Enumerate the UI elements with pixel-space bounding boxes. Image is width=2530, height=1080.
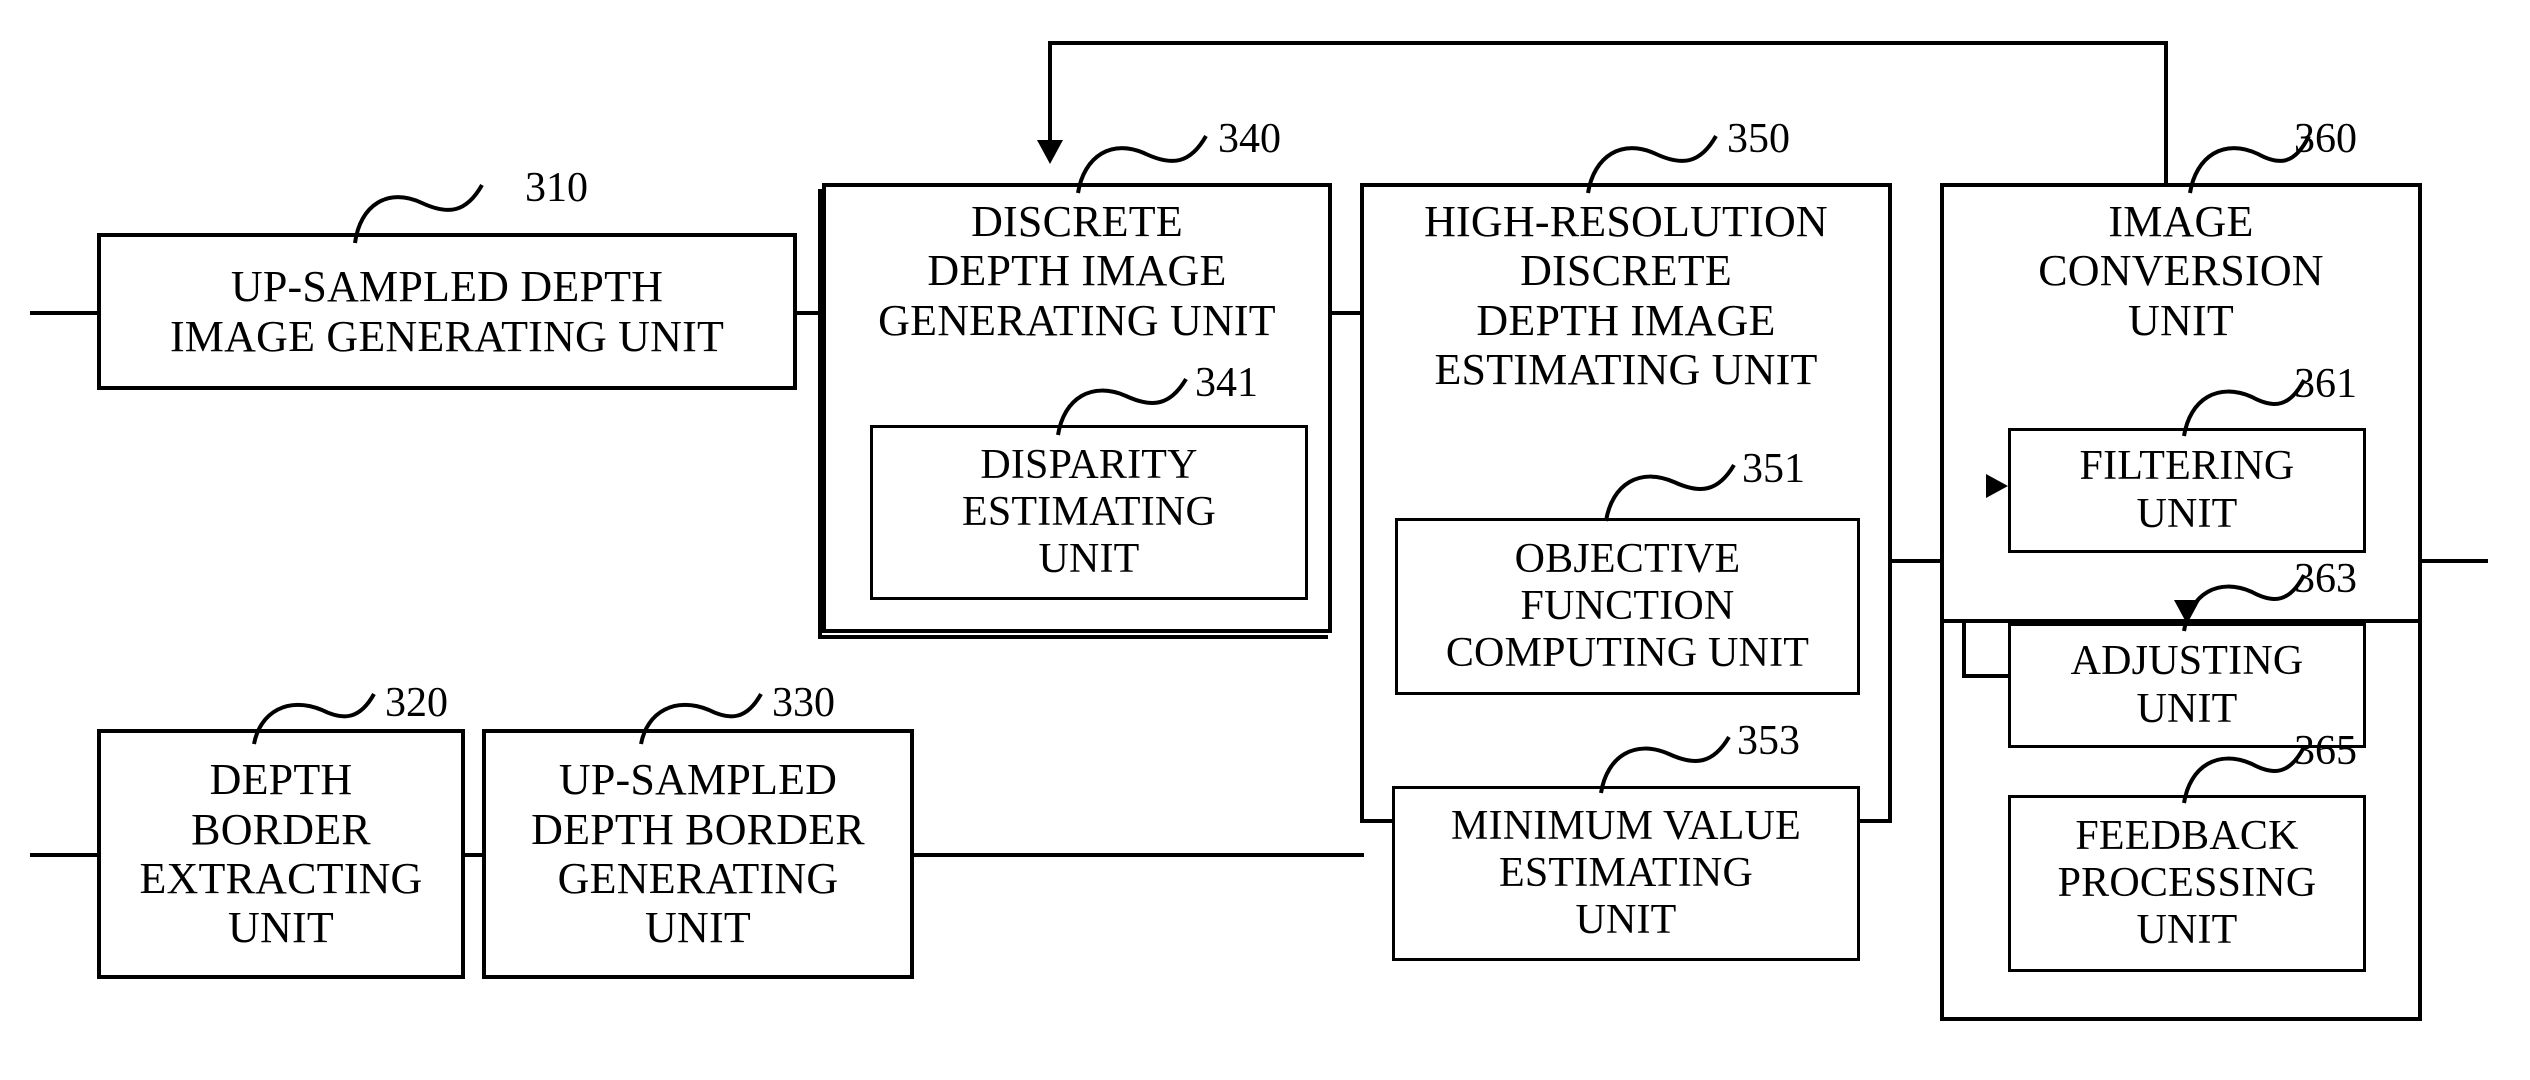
feedback-363-361-bottom	[1962, 674, 2010, 678]
ref-330: 330	[772, 680, 835, 726]
feedback-360-340-right-vertical	[2164, 41, 2168, 185]
ref-353: 353	[1737, 718, 1800, 764]
block-365-label: FEEDBACK PROCESSING UNIT	[2057, 812, 2317, 954]
ref-320: 320	[385, 680, 448, 726]
input-line-320	[30, 853, 100, 857]
ref-351: 351	[1742, 446, 1805, 492]
block-330-up-sampled-depth-border-generating-unit[interactable]: UP-SAMPLED DEPTH BORDER GENERATING UNIT	[482, 729, 914, 979]
block-310-label: UP-SAMPLED DEPTH IMAGE GENERATING UNIT	[169, 262, 725, 361]
arrow-363-361	[1986, 474, 2008, 498]
ref-341: 341	[1195, 360, 1258, 406]
block-363-label: ADJUSTING UNIT	[2070, 638, 2304, 732]
arrow-feedback-360-340	[1037, 140, 1063, 164]
block-340-shadow-bottom	[818, 635, 1328, 639]
block-351-label: OBJECTIVE FUNCTION COMPUTING UNIT	[1445, 535, 1810, 677]
block-341-label: DISPARITY ESTIMATING UNIT	[962, 441, 1216, 583]
feedback-360-340-left-vertical	[1048, 41, 1052, 145]
block-351-objective-function-computing-unit[interactable]: OBJECTIVE FUNCTION COMPUTING UNIT	[1395, 518, 1860, 695]
block-353-minimum-value-estimating-unit[interactable]: MINIMUM VALUE ESTIMATING UNIT	[1392, 786, 1860, 961]
ref-340: 340	[1218, 116, 1281, 162]
ref-361: 361	[2294, 361, 2357, 407]
output-line-360	[2418, 559, 2488, 563]
block-365-feedback-processing-unit[interactable]: FEEDBACK PROCESSING UNIT	[2008, 795, 2366, 972]
block-310-up-sampled-depth-image-generating-unit[interactable]: UP-SAMPLED DEPTH IMAGE GENERATING UNIT	[97, 233, 797, 390]
input-line-310	[30, 311, 100, 315]
ref-360: 360	[2294, 116, 2357, 162]
block-361-filtering-unit[interactable]: FILTERING UNIT	[2008, 428, 2366, 553]
block-361-label: FILTERING UNIT	[2079, 443, 2295, 537]
connector-330-350	[908, 853, 1364, 857]
block-353-label: MINIMUM VALUE ESTIMATING UNIT	[1451, 802, 1801, 944]
block-340-label: DISCRETE DEPTH IMAGE GENERATING UNIT	[878, 197, 1276, 345]
ref-310: 310	[525, 165, 588, 211]
block-330-label: UP-SAMPLED DEPTH BORDER GENERATING UNIT	[531, 755, 865, 953]
patent-figure: UP-SAMPLED DEPTH IMAGE GENERATING UNIT 3…	[0, 0, 2530, 1080]
block-360-label: IMAGE CONVERSION UNIT	[2038, 197, 2324, 345]
block-350-high-resolution-discrete-depth-image-estimating-unit[interactable]: HIGH-RESOLUTION DISCRETE DEPTH IMAGE EST…	[1360, 183, 1892, 823]
block-360-bottom-edge	[1940, 1017, 2422, 1021]
feedback-360-340-top	[1048, 41, 2168, 45]
connector-350-360	[1888, 559, 1946, 563]
block-320-label: DEPTH BORDER EXTRACTING UNIT	[139, 755, 423, 953]
ref-365: 365	[2294, 728, 2357, 774]
ref-350: 350	[1727, 116, 1790, 162]
block-341-disparity-estimating-unit[interactable]: DISPARITY ESTIMATING UNIT	[870, 425, 1308, 600]
block-350-label: HIGH-RESOLUTION DISCRETE DEPTH IMAGE EST…	[1424, 197, 1828, 394]
block-320-depth-border-extracting-unit[interactable]: DEPTH BORDER EXTRACTING UNIT	[97, 729, 465, 979]
ref-363: 363	[2294, 556, 2357, 602]
arrow-361-363	[2174, 600, 2200, 624]
